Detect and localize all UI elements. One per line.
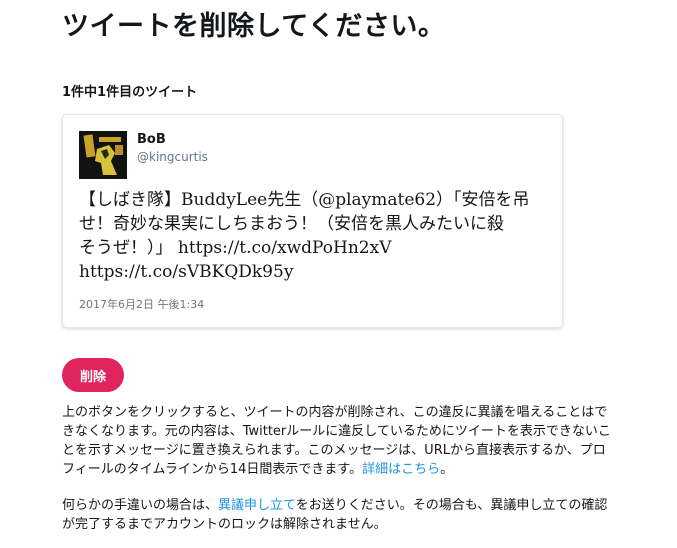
delete-button[interactable]: 削除 [62,358,124,392]
notice-line: が完了するまでアカウントのロックは解除されません。 [62,517,387,532]
details-link[interactable]: 詳細はこちら [362,462,440,477]
tweet-text-line: せ！奇妙な果実にしちまおう！（安倍を黒人みたいに殺 [79,214,504,234]
tweet-timestamp: 2017年6月2日 午後1:34 [79,298,205,311]
tweet-card: BoB @kingcurtis 【しばき隊】BuddyLee先生（@playma… [62,114,563,328]
page-title: ツイートを削除してください。 [62,11,446,42]
page: ツイートを削除してください。 1件中1件目のツイート BoB @kingcurt… [0,0,677,548]
appeal-link[interactable]: 異議申し立て [218,498,296,513]
notice-line: きなくなります。元の内容は、Twitterルールに違反しているためにツイートを表… [62,424,611,439]
notice-text: 何らかの手違いの場合は、 [62,498,219,513]
tweet-counter: 1件中1件目のツイート [62,85,198,100]
notice-text: をお送りください。その場合も、異議申し立ての確認 [295,498,608,513]
user-handle[interactable]: @kingcurtis [137,150,208,164]
notice-line: 上のボタンをクリックすると、ツイートの内容が削除され、この違反に異議を唱えること… [62,405,608,420]
notice-paragraph-1: 上のボタンをクリックすると、ツイートの内容が削除され、この違反に異議を唱えること… [62,403,652,479]
tweet-text-line: 【しばき隊】BuddyLee先生（@playmate62）「安倍を吊 [79,190,530,210]
tweet-text-line: https://t.co/sVBKQDk95y [79,262,294,282]
notice-text: 。 [440,462,454,477]
display-name[interactable]: BoB [137,132,166,147]
tweet-text: 【しばき隊】BuddyLee先生（@playmate62）「安倍を吊 せ！奇妙な… [79,188,551,284]
avatar[interactable] [79,131,127,179]
notice-line: とを示すメッセージに置き換えられます。このメッセージは、URLから直接表示するか… [62,443,606,458]
notice-line: 何らかの手違いの場合は、異議申し立てをお送りください。その場合も、異議申し立ての… [62,496,652,515]
notice-text: フィールのタイムラインから14日間表示できます。 [62,462,363,477]
notice-line-last: フィールのタイムラインから14日間表示できます。詳細はこちら。 [62,460,652,479]
avatar-image [79,131,127,179]
notice-paragraph-2: 何らかの手違いの場合は、異議申し立てをお送りください。その場合も、異議申し立ての… [62,496,652,534]
tweet-text-line: そうぜ！）」 https://t.co/xwdPoHn2xV [79,238,392,258]
